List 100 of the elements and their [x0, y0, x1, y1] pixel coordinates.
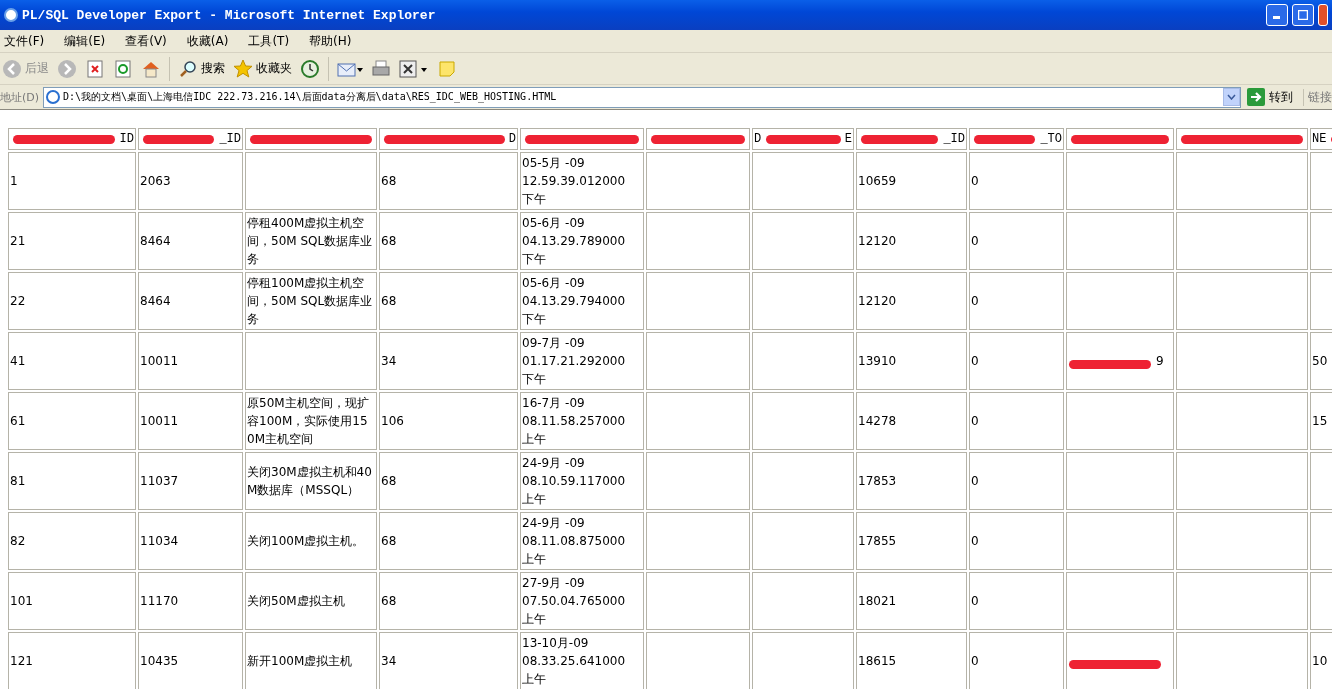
- table-cell-text: 18615: [858, 653, 898, 670]
- refresh-icon: [113, 58, 133, 79]
- column-header: D: [508, 132, 516, 146]
- minimize-button[interactable]: [1266, 4, 1288, 26]
- table-cell-text: 09-7月 -09: [522, 335, 586, 352]
- table-cell-text: 82: [10, 533, 27, 550]
- star-icon: [233, 58, 253, 79]
- table-cell-text: 21: [10, 233, 27, 250]
- table-cell-text: 15: [1312, 413, 1329, 430]
- table-cell-text: 0: [971, 293, 980, 310]
- links-label[interactable]: 链接: [1303, 88, 1332, 106]
- table-cell-text: 13-10月-09: [522, 635, 590, 652]
- column-header: D: [754, 132, 762, 146]
- close-button[interactable]: [1318, 4, 1328, 26]
- favorites-button[interactable]: 收藏夹: [233, 58, 292, 79]
- table-cell-text: 上午: [522, 551, 547, 568]
- column-header: E: [844, 132, 852, 146]
- table-cell-text: 9: [1155, 353, 1165, 370]
- maximize-button[interactable]: [1292, 4, 1314, 26]
- table-cell-text: 16-7月 -09: [522, 395, 586, 412]
- column-header: NE: [1312, 132, 1327, 146]
- table-cell-text: 8464: [140, 233, 172, 250]
- table-cell-text: 12120: [858, 293, 898, 310]
- table-cell-text: 11037: [140, 473, 180, 490]
- column-header: _ID: [219, 132, 241, 146]
- table-cell-text: 10: [1312, 653, 1329, 670]
- page-icon: [46, 90, 61, 104]
- stop-button[interactable]: [85, 58, 105, 79]
- address-field[interactable]: D:\我的文档\桌面\上海电信IDC 222.73.216.14\后面data分离后\data\RES_IDC_WEB_HOSTING.HTML: [43, 86, 1241, 108]
- table-cell-text: 08.33.25.641000: [522, 653, 627, 670]
- table-cell-text: 关闭50M虚拟主机: [247, 593, 346, 610]
- table-cell-text: 0: [971, 473, 980, 490]
- table-cell-text: 8464: [140, 293, 172, 310]
- browser-icon: [4, 7, 18, 23]
- table-cell-text: 22: [10, 293, 27, 310]
- table-cell-text: 08.11.58.257000: [522, 413, 627, 430]
- table-cell-text: 0: [971, 353, 980, 370]
- refresh-button[interactable]: [113, 58, 133, 79]
- table-cell-text: 10011: [140, 413, 180, 430]
- table-cell-text: 04.13.29.789000: [522, 233, 627, 250]
- table-cell-text: 上午: [522, 611, 547, 628]
- table-cell-text: 68: [381, 293, 398, 310]
- table-cell-text: 101: [10, 593, 34, 610]
- clock-icon: [300, 58, 320, 79]
- table-cell-text: 上午: [522, 671, 547, 688]
- column-header: _ID: [943, 132, 965, 146]
- table-cell-text: 24-9月 -09: [522, 455, 586, 472]
- table-cell-text: 10659: [858, 173, 898, 190]
- table-cell-text: 0: [971, 593, 980, 610]
- table-cell-text: 27-9月 -09: [522, 575, 586, 592]
- table-cell-text: 上午: [522, 431, 547, 448]
- table-cell-text: 50: [1312, 353, 1329, 370]
- table-cell-text: 34: [381, 653, 398, 670]
- go-button[interactable]: 转到: [1245, 88, 1299, 106]
- table-cell-text: 12120: [858, 233, 898, 250]
- table-cell-text: 11034: [140, 533, 180, 550]
- history-button[interactable]: [300, 58, 320, 79]
- table-cell-text: 05-6月 -09: [522, 275, 586, 292]
- menu-item[interactable]: 文件(F): [2, 32, 53, 50]
- menu-item[interactable]: 收藏(A): [184, 32, 237, 50]
- table-cell-text: 68: [381, 473, 398, 490]
- table-cell-text: 17853: [858, 473, 898, 490]
- edit-button[interactable]: [399, 58, 429, 79]
- column-header: ID: [119, 132, 134, 146]
- table-cell-text: 0: [971, 653, 980, 670]
- table-cell-text: 停租400M虚拟主机空间，50M SQL数据库业务: [247, 215, 374, 268]
- table-cell-text: 01.17.21.292000: [522, 353, 627, 370]
- table-cell-text: 原50M主机空间，现扩容100M，实际使用150M主机空间: [247, 395, 370, 448]
- menu-item[interactable]: 帮助(H): [307, 32, 360, 50]
- table-cell-text: 13910: [858, 353, 898, 370]
- document-icon: [399, 58, 429, 79]
- table-cell-text: 新开100M虚拟主机: [247, 653, 354, 670]
- table-cell-text: 12.59.39.012000: [522, 173, 627, 190]
- caret-icon: [1227, 94, 1236, 100]
- table-cell-text: 68: [381, 593, 398, 610]
- table-cell-text: 04.13.29.794000: [522, 293, 627, 310]
- column-header: _TO: [1040, 132, 1062, 146]
- menu-item[interactable]: 编辑(E): [62, 32, 114, 50]
- table-cell-text: 0: [971, 413, 980, 430]
- table-cell-text: 68: [381, 533, 398, 550]
- table-cell-text: 05-6月 -09: [522, 215, 586, 232]
- menu-item[interactable]: 查看(V): [123, 32, 175, 50]
- dropdown-button[interactable]: [1223, 88, 1240, 106]
- table-cell-text: 81: [10, 473, 27, 490]
- table-cell-text: 08.10.59.117000: [522, 473, 627, 490]
- table-cell-text: 68: [381, 233, 398, 250]
- print-button[interactable]: [371, 58, 391, 79]
- arrow-icon: [1247, 88, 1265, 106]
- table-cell-text: 下午: [522, 251, 547, 268]
- menu-item[interactable]: 工具(T): [246, 32, 298, 50]
- window-title: PL/SQL Developer Export - Microsoft Internet Explorer: [22, 7, 437, 23]
- table-cell-text: 0: [971, 173, 980, 190]
- table-cell-text: 停租100M虚拟主机空间，50M SQL数据库业务: [247, 275, 374, 328]
- table-cell-text: 34: [381, 353, 398, 370]
- table-cell-text: 24-9月 -09: [522, 515, 586, 532]
- table-cell-text: 上午: [522, 491, 547, 508]
- table-cell-text: 下午: [522, 311, 547, 328]
- printer-icon: [371, 58, 391, 79]
- table-cell-text: 下午: [522, 191, 547, 208]
- search-button[interactable]: 搜索: [178, 58, 225, 79]
